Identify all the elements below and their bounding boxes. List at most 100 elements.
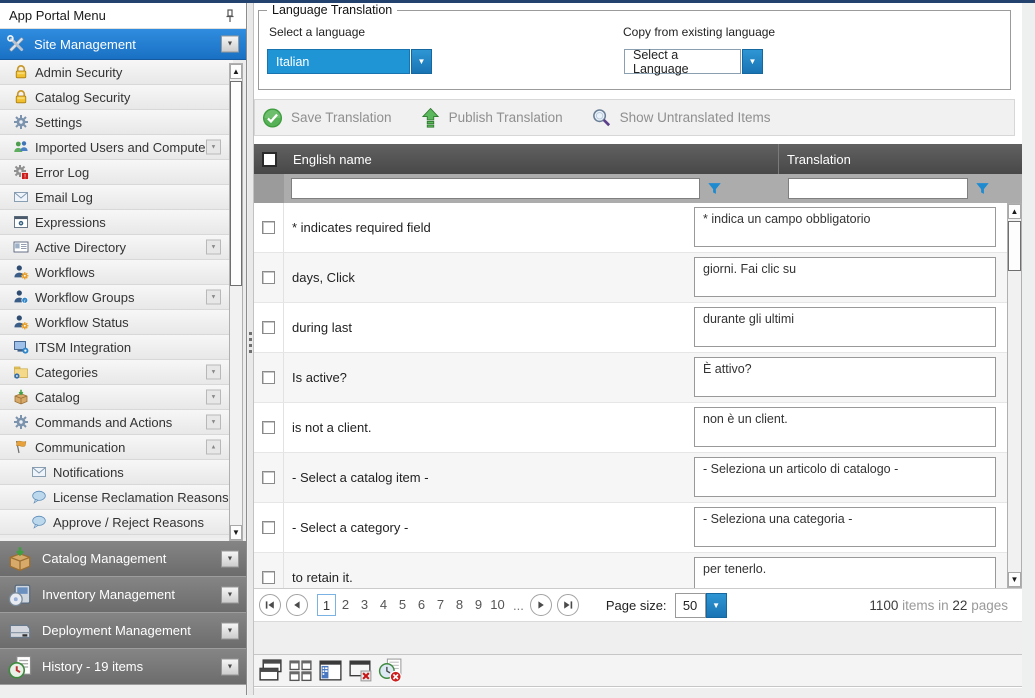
row-checkbox[interactable] [262, 421, 275, 434]
translation-textarea[interactable]: per tenerlo. [694, 557, 996, 588]
sidebar-section-catalog-management[interactable]: Catalog Management▼ [0, 541, 246, 577]
sidebar-item-admin-security[interactable]: Admin Security [0, 60, 233, 85]
copy-language-value[interactable]: Select a Language [624, 49, 741, 74]
sidebar-section-deployment-management[interactable]: Deployment Management▼ [0, 613, 246, 649]
scroll-up-arrow[interactable]: ▲ [1008, 204, 1021, 219]
sidebar-item-license-reclamation-reasons[interactable]: License Reclamation Reasons [0, 485, 233, 510]
sidebar-item-workflow-status[interactable]: Workflow Status [0, 310, 233, 335]
sidebar-section-site-management[interactable]: Site Management ▼ [0, 29, 246, 60]
section-expand-button[interactable]: ▼ [221, 550, 239, 567]
expand-item-button[interactable]: ▼ [206, 415, 221, 430]
translation-textarea[interactable]: - Seleziona un articolo di catalogo - [694, 457, 996, 497]
page-number-8[interactable]: 8 [450, 594, 469, 616]
page-number-7[interactable]: 7 [431, 594, 450, 616]
chevron-down-icon[interactable]: ▼ [411, 49, 432, 74]
row-checkbox[interactable] [262, 321, 275, 334]
sidebar-section-inventory-management[interactable]: Inventory Management▼ [0, 577, 246, 613]
save-translation-button[interactable]: Save Translation [262, 107, 392, 129]
page-number-3[interactable]: 3 [355, 594, 374, 616]
expand-item-button[interactable]: ▼ [206, 140, 221, 155]
page-size-dropdown-button[interactable]: ▼ [706, 593, 727, 618]
clear-history-icon[interactable] [377, 657, 404, 684]
close-window-icon[interactable] [347, 657, 374, 684]
sidebar-item-itsm-integration[interactable]: ITSM Integration [0, 335, 233, 360]
sidebar-item-settings[interactable]: Settings [0, 110, 233, 135]
translation-textarea[interactable]: giorni. Fai clic su [694, 257, 996, 297]
show-untranslated-button[interactable]: Show Untranslated Items [591, 107, 771, 129]
language-select-value[interactable]: Italian [267, 49, 410, 74]
sidebar-item-email-log[interactable]: Email Log [0, 185, 233, 210]
chevron-down-icon[interactable]: ▼ [742, 49, 763, 74]
sidebar-item-active-directory[interactable]: Active Directory▼ [0, 235, 233, 260]
bottom-margin [254, 688, 1022, 698]
section-expand-button[interactable]: ▼ [221, 622, 239, 639]
translation-textarea[interactable]: * indica un campo obbligatorio [694, 207, 996, 247]
column-header-english[interactable]: English name [284, 144, 779, 174]
copy-language-dropdown[interactable]: Select a Language ▼ [624, 49, 763, 74]
translation-textarea[interactable]: non è un client. [694, 407, 996, 447]
scroll-down-arrow[interactable]: ▼ [230, 525, 242, 540]
translation-textarea[interactable]: È attivo? [694, 357, 996, 397]
sidebar-item-workflows[interactable]: Workflows [0, 260, 233, 285]
translation-filter-input[interactable] [788, 178, 968, 199]
page-number-5[interactable]: 5 [393, 594, 412, 616]
publish-translation-button[interactable]: Publish Translation [420, 107, 563, 129]
sidebar-item-categories[interactable]: Categories▼ [0, 360, 233, 385]
expand-item-button[interactable]: ▼ [206, 365, 221, 380]
sidebar-item-approve-reject-reasons[interactable]: Approve / Reject Reasons [0, 510, 233, 535]
sidebar-item-workflow-groups[interactable]: iWorkflow Groups▼ [0, 285, 233, 310]
translation-textarea[interactable]: durante gli ultimi [694, 307, 996, 347]
filter-funnel-icon[interactable] [707, 181, 722, 196]
sidebar-item-imported-users-and-computers[interactable]: Imported Users and Computers▼ [0, 135, 233, 160]
sidebar-item-expressions[interactable]: Expressions [0, 210, 233, 235]
section-collapse-button[interactable]: ▼ [221, 36, 239, 53]
page-number-1[interactable]: 1 [317, 594, 336, 616]
sidebar-item-commands-and-actions[interactable]: Commands and Actions▼ [0, 410, 233, 435]
page-number-4[interactable]: 4 [374, 594, 393, 616]
expand-item-button[interactable]: ▼ [206, 240, 221, 255]
tile-windows-icon[interactable] [287, 657, 314, 684]
scroll-track[interactable] [230, 79, 242, 525]
row-checkbox[interactable] [262, 571, 275, 584]
sidebar-item-error-log[interactable]: !Error Log [0, 160, 233, 185]
language-select-dropdown[interactable]: Italian ▼ [267, 49, 432, 74]
expand-item-button[interactable]: ▼ [206, 390, 221, 405]
english-filter-input[interactable] [291, 178, 700, 199]
page-ellipsis[interactable]: ... [513, 598, 524, 613]
scroll-thumb[interactable] [230, 81, 242, 286]
translation-textarea[interactable]: - Seleziona una categoria - [694, 507, 996, 547]
sidebar-item-notifications[interactable]: Notifications [0, 460, 233, 485]
section-expand-button[interactable]: ▼ [221, 586, 239, 603]
sidebar-item-communication[interactable]: Communication▲ [0, 435, 233, 460]
row-checkbox[interactable] [262, 521, 275, 534]
scroll-track[interactable] [1008, 219, 1021, 572]
section-expand-button[interactable]: ▼ [221, 658, 239, 675]
scroll-up-arrow[interactable]: ▲ [230, 64, 242, 79]
cascade-windows-icon[interactable] [257, 657, 284, 684]
scroll-thumb[interactable] [1008, 221, 1021, 271]
window-navigation-pane-icon[interactable] [317, 657, 344, 684]
expand-item-button[interactable]: ▼ [206, 290, 221, 305]
page-number-2[interactable]: 2 [336, 594, 355, 616]
page-size-value[interactable]: 50 [675, 593, 706, 618]
pin-icon[interactable] [222, 8, 238, 24]
collapse-item-button[interactable]: ▲ [206, 440, 221, 455]
page-number-6[interactable]: 6 [412, 594, 431, 616]
row-checkbox[interactable] [262, 371, 275, 384]
page-number-9[interactable]: 9 [469, 594, 488, 616]
previous-page-button[interactable] [286, 594, 308, 616]
row-checkbox[interactable] [262, 271, 275, 284]
select-all-checkbox[interactable] [262, 152, 277, 167]
last-page-button[interactable] [557, 594, 579, 616]
sidebar-section-history-19-items[interactable]: History - 19 items▼ [0, 649, 246, 685]
filter-funnel-icon[interactable] [975, 181, 990, 196]
row-checkbox[interactable] [262, 471, 275, 484]
scroll-down-arrow[interactable]: ▼ [1008, 572, 1021, 587]
first-page-button[interactable] [259, 594, 281, 616]
sidebar-item-catalog-security[interactable]: Catalog Security [0, 85, 233, 110]
next-page-button[interactable] [530, 594, 552, 616]
page-number-10[interactable]: 10 [488, 594, 507, 616]
row-checkbox[interactable] [262, 221, 275, 234]
sidebar-item-catalog[interactable]: Catalog▼ [0, 385, 233, 410]
column-header-translation[interactable]: Translation [779, 152, 1022, 167]
